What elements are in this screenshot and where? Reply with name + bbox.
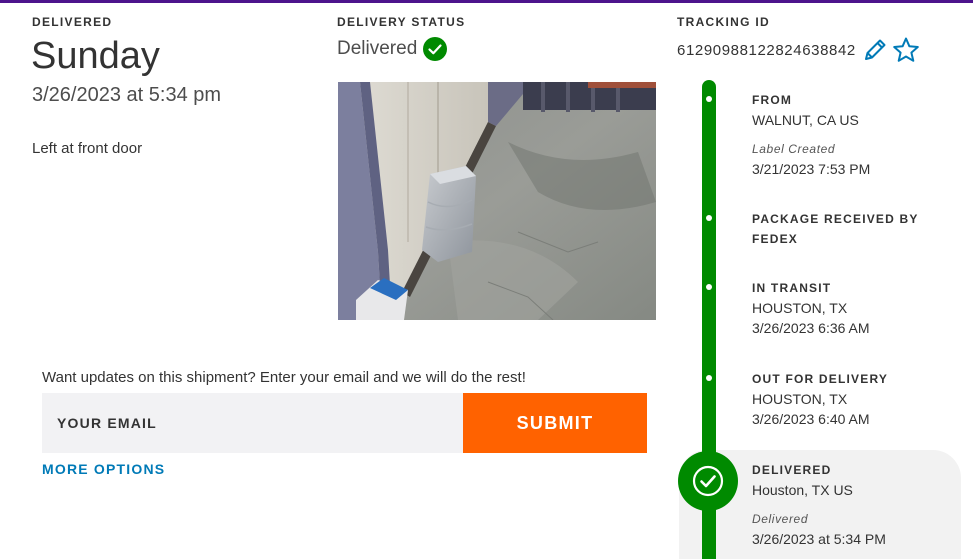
timeline-step-location: HOUSTON, TX (752, 300, 848, 316)
timeline-dot (706, 284, 712, 290)
delivered-check-icon (678, 451, 738, 511)
timeline-dot (706, 96, 712, 102)
proof-of-delivery-photo (338, 82, 656, 320)
delivery-location-note: Left at front door (32, 140, 143, 157)
delivery-status: Delivered (337, 36, 448, 62)
timeline-step-title: DELIVERED (752, 463, 832, 477)
timeline-step-detail: Label Created (752, 142, 836, 156)
timeline-step-title: OUT FOR DELIVERY (752, 372, 889, 386)
pencil-icon[interactable] (862, 37, 888, 63)
timeline-step-delivered: DELIVERED Houston, TX US Delivered 3/26/… (752, 460, 886, 549)
timeline-step-datetime: 3/21/2023 7:53 PM (752, 161, 871, 177)
timeline-step-received: PACKAGE RECEIVED BY FEDEX (752, 209, 919, 249)
timeline-step-datetime: 3/26/2023 6:40 AM (752, 411, 870, 427)
timeline-step-location: HOUSTON, TX (752, 391, 848, 407)
delivery-status-value: Delivered (337, 38, 418, 59)
timeline-step-title: PACKAGE RECEIVED BY (752, 212, 919, 226)
timeline-step-datetime: 3/26/2023 at 5:34 PM (752, 531, 886, 547)
check-circle-icon (423, 37, 448, 61)
timeline-step-location: WALNUT, CA US (752, 112, 859, 128)
timeline-dot (706, 375, 712, 381)
more-options-link[interactable]: MORE OPTIONS (42, 461, 165, 477)
tracking-id-value: 612909881228246388­42 (677, 41, 856, 59)
delivery-status-label: DELIVERY STATUS (337, 15, 466, 29)
email-updates-prompt: Want updates on this shipment? Enter you… (42, 369, 526, 386)
delivery-datetime: 3/26/2023 at 5:34 pm (32, 84, 222, 106)
timeline-step-location: Houston, TX US (752, 482, 853, 498)
tracking-id-row: 612909881228246388­42 (677, 36, 920, 64)
timeline-dot (706, 215, 712, 221)
submit-button[interactable]: SUBMIT (463, 393, 647, 453)
email-field[interactable] (42, 393, 463, 453)
delivered-label: DELIVERED (32, 15, 113, 29)
timeline-step-title: IN TRANSIT (752, 281, 832, 295)
timeline-step-from: FROM WALNUT, CA US Label Created 3/21/20… (752, 90, 870, 179)
timeline-step-title: FROM (752, 93, 793, 107)
timeline-step-in-transit: IN TRANSIT HOUSTON, TX 3/26/2023 6:36 AM (752, 278, 870, 338)
star-icon[interactable] (892, 36, 920, 64)
brand-top-bar (0, 0, 973, 3)
delivery-day: Sunday (31, 35, 160, 77)
timeline-step-title-continued: FEDEX (752, 232, 799, 246)
timeline-step-detail: Delivered (752, 512, 809, 526)
tracking-id-label: TRACKING ID (677, 15, 770, 29)
timeline-step-datetime: 3/26/2023 6:36 AM (752, 320, 870, 336)
timeline-step-out-for-delivery: OUT FOR DELIVERY HOUSTON, TX 3/26/2023 6… (752, 369, 888, 429)
